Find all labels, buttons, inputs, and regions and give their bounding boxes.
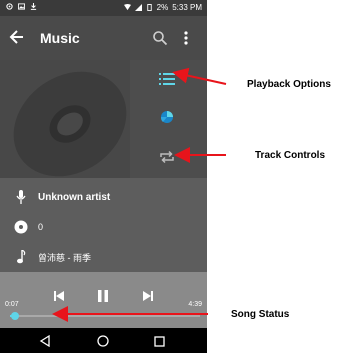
album-name: 0 — [38, 222, 44, 232]
more-vert-icon[interactable] — [183, 30, 189, 46]
song-status-label: Song Status — [231, 309, 290, 320]
repeat-icon — [160, 150, 174, 164]
next-icon — [143, 291, 153, 301]
elapsed-time: 0:07 — [5, 301, 19, 308]
artist-row: Unknown artist — [14, 190, 110, 204]
app-bar: Music — [0, 16, 207, 60]
previous-button[interactable] — [51, 288, 67, 304]
recents-square-icon — [153, 335, 165, 347]
song-row: 曾沛慈 - 雨季 — [14, 250, 91, 264]
player-controls: 0:07 4:39 — [0, 272, 207, 328]
microphone-icon — [16, 190, 26, 204]
pause-button[interactable] — [95, 288, 111, 304]
home-circle-icon — [97, 335, 109, 347]
search-icon[interactable] — [152, 30, 168, 46]
previous-icon — [54, 291, 64, 301]
album-art — [0, 60, 130, 178]
repeat-button[interactable] — [156, 146, 178, 168]
pause-icon — [98, 290, 108, 302]
nav-bar — [0, 328, 207, 353]
album-disc-icon — [14, 220, 28, 234]
phone-screen: 2% 5:33 PM Music Unknown artist 0 曾沛慈 - … — [0, 0, 207, 353]
song-title: 曾沛慈 - 雨季 — [38, 252, 91, 263]
equalizer-button[interactable] — [156, 106, 178, 128]
back-triangle-icon — [39, 335, 50, 347]
artist-name: Unknown artist — [38, 191, 111, 203]
status-bar: 2% 5:33 PM — [0, 0, 207, 16]
track-controls-label: Track Controls — [255, 150, 326, 161]
battery-icon — [146, 4, 152, 11]
download-icon — [30, 3, 37, 10]
battery-level: 2% — [156, 3, 169, 12]
playback-options-panel — [130, 60, 207, 178]
status-time: 5:33 PM — [172, 3, 202, 12]
equalizer-icon — [160, 111, 173, 123]
nav-recents-button[interactable] — [152, 334, 166, 348]
signal-icon — [134, 4, 142, 11]
back-arrow-icon[interactable] — [8, 27, 26, 47]
image-icon — [18, 3, 25, 10]
seek-bar[interactable] — [10, 312, 200, 320]
music-note-icon — [17, 250, 26, 264]
playlist-icon — [159, 73, 175, 85]
album-row: 0 — [14, 220, 43, 234]
notification-icon — [6, 3, 13, 10]
next-button[interactable] — [140, 288, 156, 304]
nav-home-button[interactable] — [96, 334, 110, 348]
page-title: Music — [40, 30, 80, 46]
playlist-button[interactable] — [156, 68, 178, 90]
duration-time: 4:39 — [188, 301, 202, 308]
playback-options-label: Playback Options — [247, 79, 331, 90]
track-info: Unknown artist 0 曾沛慈 - 雨季 — [0, 178, 207, 272]
seek-handle[interactable] — [10, 312, 19, 320]
wifi-icon — [123, 4, 131, 11]
nav-back-button[interactable] — [38, 334, 52, 348]
disc-icon — [13, 71, 127, 177]
